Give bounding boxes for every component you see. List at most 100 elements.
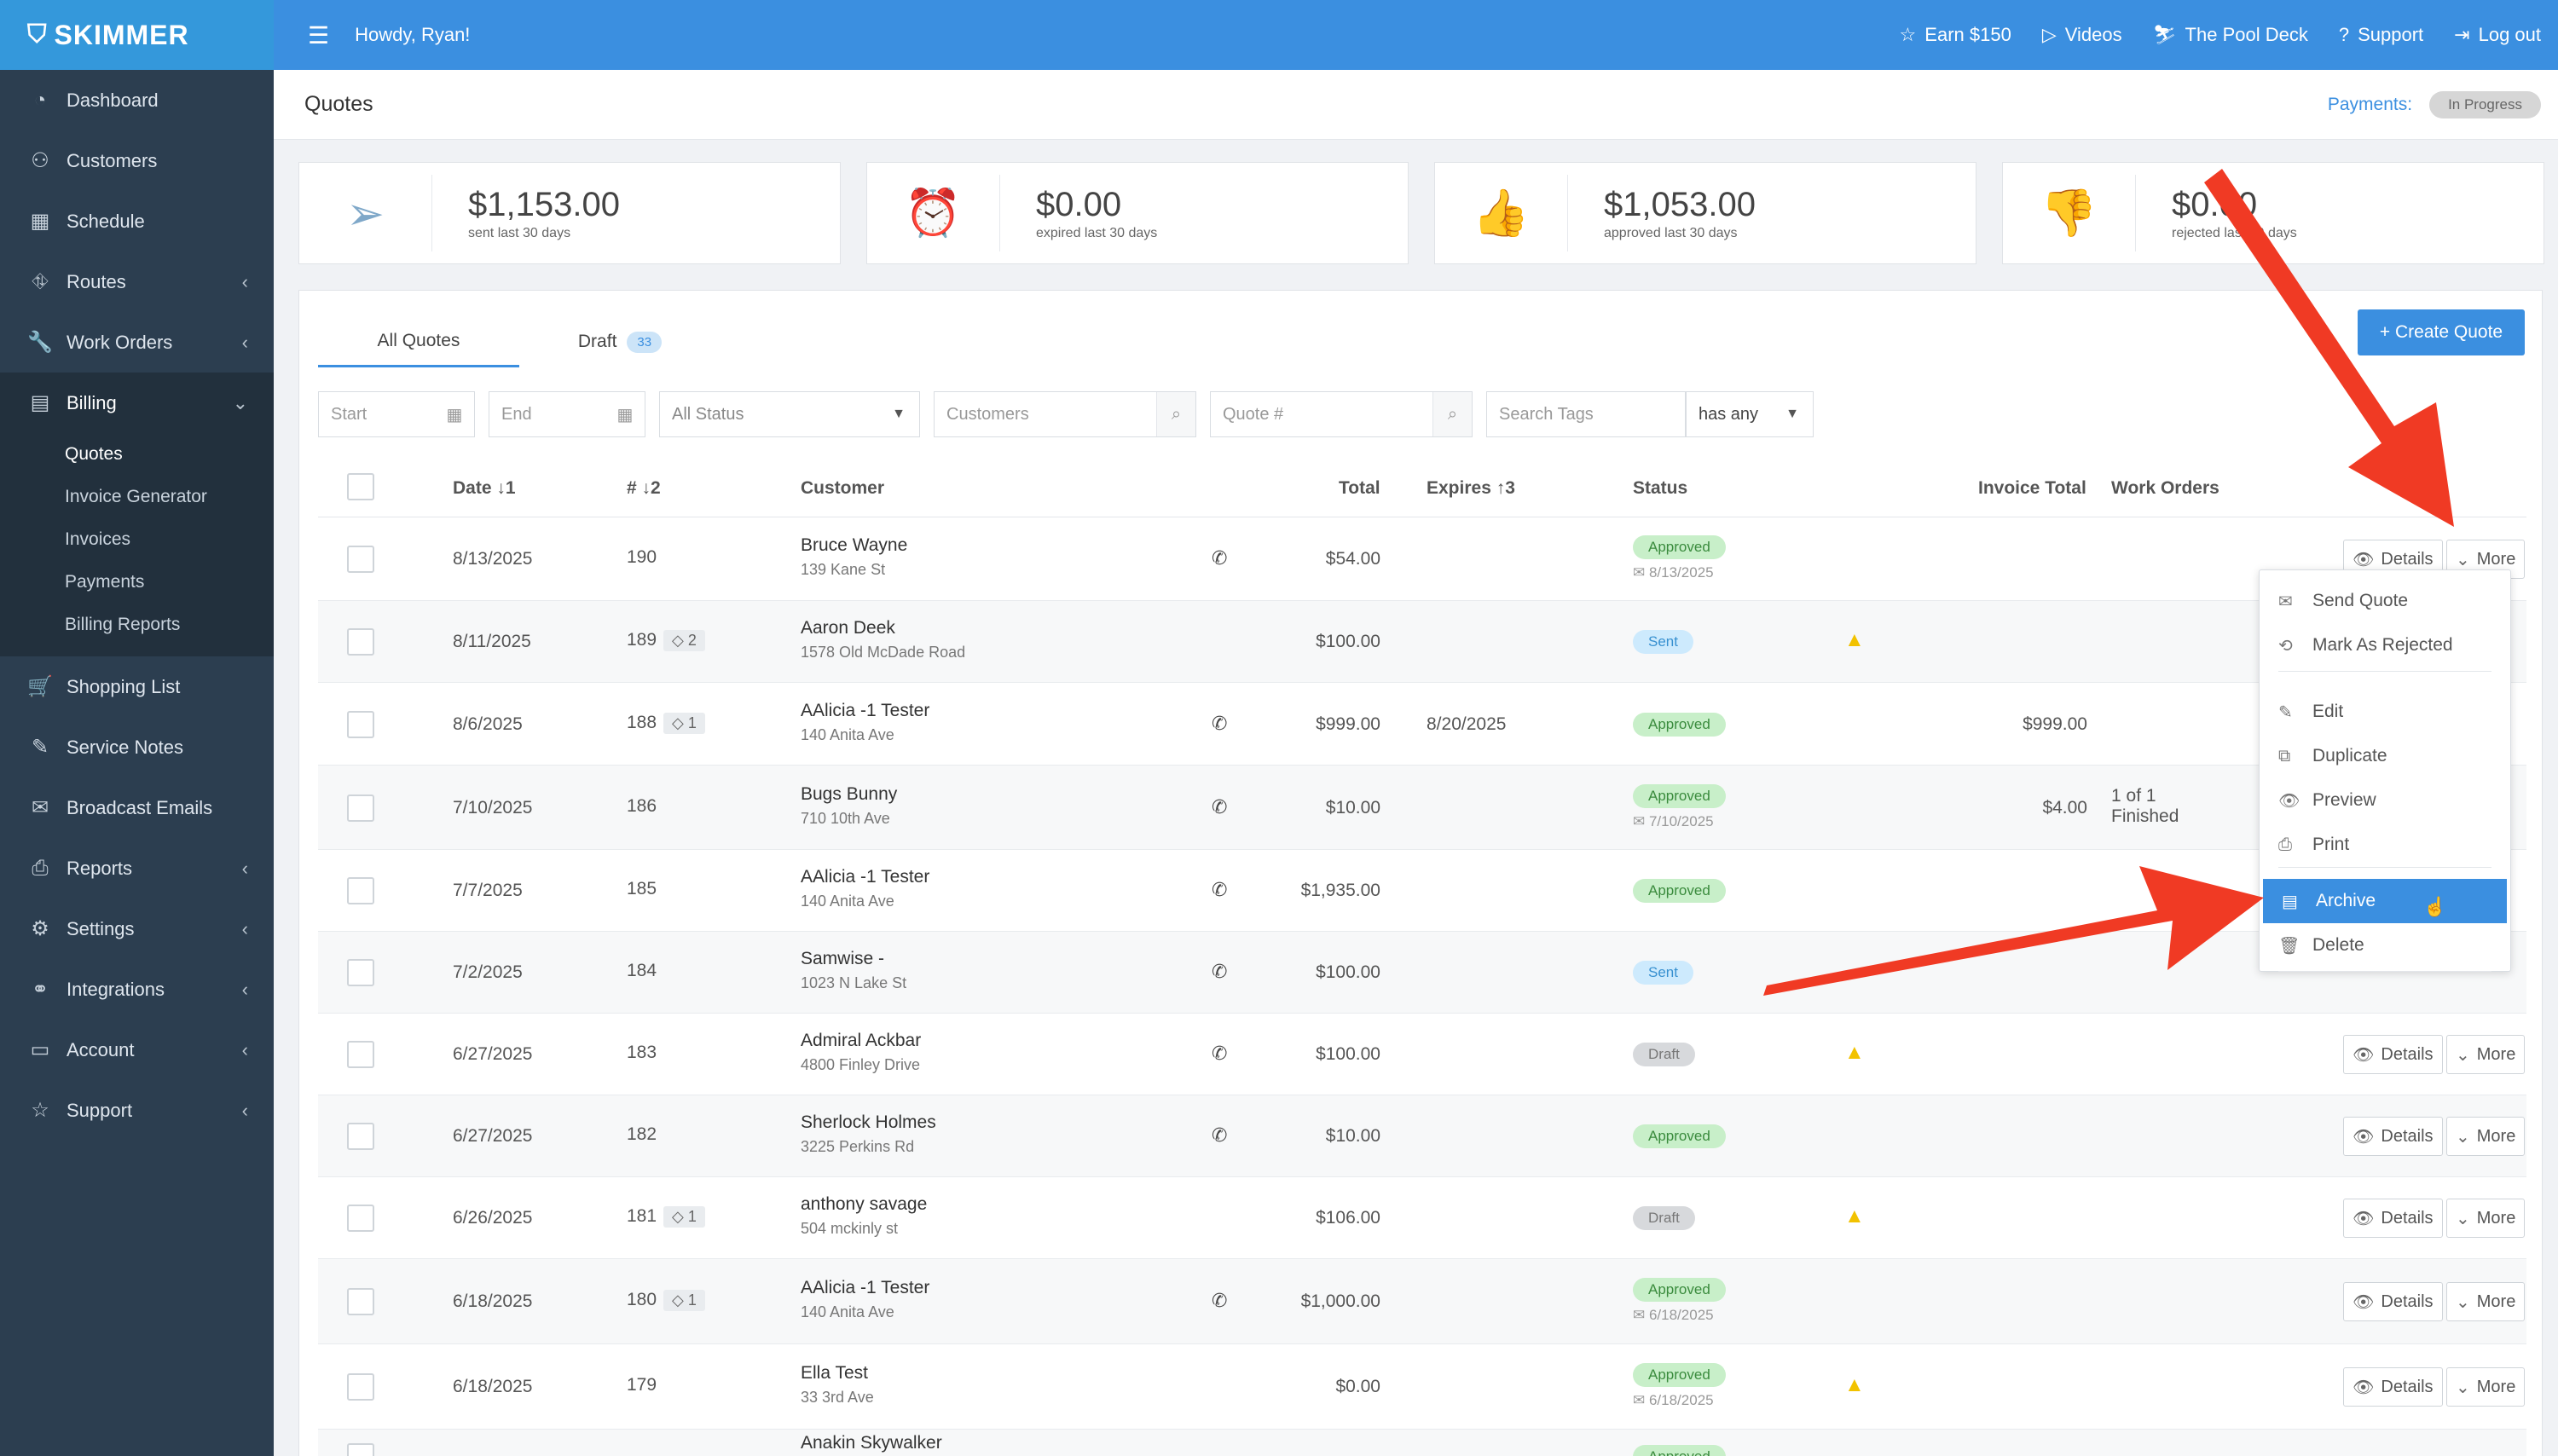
more-button[interactable]: ⌄ More <box>2446 1117 2526 1156</box>
row-checkbox[interactable] <box>347 1373 374 1401</box>
sidebar-item-settings[interactable]: ⚙ Settings ‹ <box>0 898 274 959</box>
customer-name[interactable]: anthony savage <box>801 1194 927 1215</box>
row-checkbox[interactable] <box>347 711 374 738</box>
menu-item-preview[interactable]: 👁 Preview <box>2260 778 2510 823</box>
customer-cell[interactable]: Bugs Bunny 710 10th Ave <box>801 784 897 828</box>
phone-icon[interactable]: ✆ <box>1212 1124 1227 1147</box>
tag-count-badge[interactable]: ◇ 2 <box>663 630 705 651</box>
phone-icon[interactable]: ✆ <box>1212 547 1227 569</box>
quote-number-input[interactable]: Quote # ⌕ <box>1210 391 1473 437</box>
customer-cell[interactable]: Sherlock Holmes 3225 Perkins Rd <box>801 1112 936 1156</box>
customer-name[interactable]: Aaron Deek <box>801 618 965 638</box>
sidebar-item-schedule[interactable]: ▦ Schedule <box>0 191 274 251</box>
row-checkbox[interactable] <box>347 877 374 904</box>
details-button[interactable]: 👁 Details <box>2343 1035 2443 1074</box>
create-quote-button[interactable]: + Create Quote <box>2358 309 2525 355</box>
details-button[interactable]: 👁 Details <box>2343 1117 2443 1156</box>
start-date-field[interactable]: Start ▦ <box>318 391 475 437</box>
details-button[interactable]: 👁 Details <box>2343 1367 2443 1407</box>
customer-cell[interactable]: Admiral Ackbar 4800 Finley Drive <box>801 1031 921 1074</box>
tag-count-badge[interactable]: ◇ 1 <box>663 1290 705 1311</box>
customer-name[interactable]: Bugs Bunny <box>801 784 897 805</box>
customer-cell[interactable]: AAlicia -1 Tester 140 Anita Ave <box>801 701 929 744</box>
top-link-log-out[interactable]: ⇥ Log out <box>2454 24 2541 46</box>
row-checkbox[interactable] <box>347 794 374 822</box>
search-tags-input[interactable]: Search Tags <box>1486 391 1686 437</box>
more-button[interactable]: ⌄ More <box>2446 1035 2526 1074</box>
menu-item-delete[interactable]: 🗑 Delete <box>2260 923 2510 968</box>
customer-cell[interactable]: AAlicia -1 Tester 140 Anita Ave <box>801 1278 929 1321</box>
row-checkbox[interactable] <box>347 1041 374 1068</box>
row-checkbox[interactable] <box>347 1205 374 1232</box>
customer-cell[interactable]: AAlicia -1 Tester 140 Anita Ave <box>801 867 929 910</box>
sidebar-item-customers[interactable]: ⚇ Customers <box>0 130 274 191</box>
phone-icon[interactable]: ✆ <box>1212 961 1227 983</box>
phone-icon[interactable]: ✆ <box>1212 1290 1227 1312</box>
row-checkbox[interactable] <box>347 959 374 986</box>
menu-item-duplicate[interactable]: ⧉ Duplicate <box>2260 734 2510 778</box>
phone-icon[interactable]: ✆ <box>1212 1043 1227 1065</box>
menu-item-edit[interactable]: ✎ Edit <box>2260 690 2510 734</box>
menu-item-archive[interactable]: ▤ Archive ☝ <box>2263 879 2507 923</box>
customer-name[interactable]: AAlicia -1 Tester <box>801 701 929 721</box>
hamburger-menu-icon[interactable]: ☰ <box>308 21 329 49</box>
tag-count-badge[interactable]: ◇ 1 <box>663 1206 705 1228</box>
customer-cell[interactable]: Samwise - 1023 N Lake St <box>801 949 906 992</box>
more-button[interactable]: ⌄ More <box>2446 1282 2526 1321</box>
details-button[interactable]: 👁 Details <box>2343 1199 2443 1238</box>
customer-name[interactable]: Anakin Skywalker <box>801 1433 942 1453</box>
customer-name[interactable]: AAlicia -1 Tester <box>801 1278 929 1298</box>
billing-subitem-billing-reports[interactable]: Billing Reports <box>0 604 274 646</box>
customer-cell[interactable]: Bruce Wayne 139 Kane St <box>801 535 907 579</box>
customer-name[interactable]: Admiral Ackbar <box>801 1031 921 1051</box>
top-link-the-pool-deck[interactable]: ⛷ The Pool Deck <box>2153 24 2308 46</box>
row-checkbox[interactable] <box>347 1288 374 1315</box>
status-select[interactable]: All Status ▼ <box>659 391 920 437</box>
col-date[interactable]: Date ↓1 <box>453 478 516 499</box>
sidebar-item-dashboard[interactable]: ◔ Dashboard <box>0 70 274 130</box>
sidebar-item-broadcast-emails[interactable]: ✉ Broadcast Emails <box>0 777 274 838</box>
row-checkbox[interactable] <box>347 1123 374 1150</box>
tag-mode-select[interactable]: has any ▼ <box>1686 391 1814 437</box>
phone-icon[interactable]: ✆ <box>1212 879 1227 901</box>
app-logo[interactable]: ⛉ SKIMMER <box>0 0 274 70</box>
row-checkbox[interactable] <box>347 1443 374 1456</box>
billing-subitem-invoice-generator[interactable]: Invoice Generator <box>0 476 274 518</box>
more-button[interactable]: ⌄ More <box>2446 1367 2526 1407</box>
col-number[interactable]: # ↓2 <box>627 478 661 499</box>
phone-icon[interactable]: ✆ <box>1212 796 1227 818</box>
row-checkbox[interactable] <box>347 628 374 656</box>
col-expires[interactable]: Expires ↑3 <box>1427 478 1515 499</box>
payments-label[interactable]: Payments: <box>2328 95 2412 115</box>
end-date-field[interactable]: End ▦ <box>489 391 645 437</box>
sidebar-item-account[interactable]: ▭ Account ‹ <box>0 1020 274 1080</box>
customer-cell[interactable]: Ella Test 33 3rd Ave <box>801 1363 874 1407</box>
sidebar-item-integrations[interactable]: ⚭ Integrations ‹ <box>0 959 274 1020</box>
menu-item-mark-as-rejected[interactable]: ⟲ Mark As Rejected <box>2260 623 2510 667</box>
billing-subitem-payments[interactable]: Payments <box>0 561 274 604</box>
customer-name[interactable]: Sherlock Holmes <box>801 1112 936 1133</box>
tab-all-quotes[interactable]: All Quotes <box>318 316 519 367</box>
billing-subitem-quotes[interactable]: Quotes <box>0 433 274 476</box>
customer-cell[interactable]: anthony savage 504 mckinly st <box>801 1194 927 1238</box>
sidebar-item-service-notes[interactable]: ✎ Service Notes <box>0 717 274 777</box>
customer-cell[interactable]: Aaron Deek 1578 Old McDade Road <box>801 618 965 662</box>
sidebar-item-work-orders[interactable]: 🔧 Work Orders ‹ <box>0 312 274 373</box>
top-link-earn-150[interactable]: ☆ Earn $150 <box>1900 24 2011 46</box>
sidebar-item-support[interactable]: ☆ Support ‹ <box>0 1080 274 1141</box>
details-button[interactable]: 👁 Details <box>2343 1282 2443 1321</box>
menu-item-send-quote[interactable]: ✉ Send Quote <box>2260 579 2510 623</box>
sidebar-item-routes[interactable]: ⛗ Routes ‹ <box>0 251 274 312</box>
billing-subitem-invoices[interactable]: Invoices <box>0 518 274 561</box>
select-all-checkbox[interactable] <box>347 473 374 500</box>
row-checkbox[interactable] <box>347 546 374 573</box>
tag-count-badge[interactable]: ◇ 1 <box>663 713 705 734</box>
customer-cell[interactable]: Anakin Skywalker <box>801 1433 942 1456</box>
sidebar-item-shopping-list[interactable]: 🛒 Shopping List <box>0 656 274 717</box>
customer-name[interactable]: Ella Test <box>801 1363 874 1384</box>
sidebar-item-reports[interactable]: ⎙ Reports ‹ <box>0 838 274 898</box>
tab-draft[interactable]: Draft 33 <box>519 316 721 367</box>
search-icon[interactable]: ⌕ <box>1156 392 1195 436</box>
customer-name[interactable]: Bruce Wayne <box>801 535 907 556</box>
customers-search-input[interactable]: Customers ⌕ <box>934 391 1196 437</box>
